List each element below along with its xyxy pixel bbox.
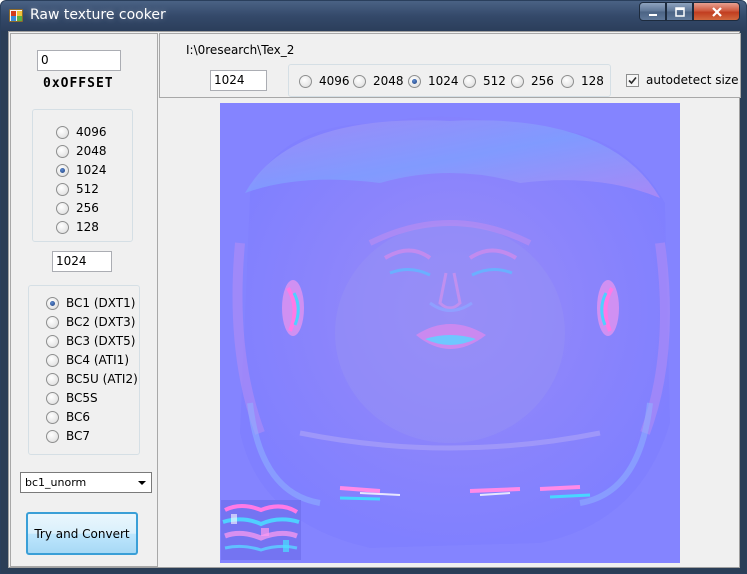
maximize-icon xyxy=(674,6,685,17)
normal-map-image xyxy=(220,103,680,563)
app-window: Raw texture cooker 0 0xOFFSET 4096 2048 10… xyxy=(0,0,747,574)
radio-label: 512 xyxy=(76,182,99,196)
size-option-256[interactable]: 256 xyxy=(56,200,99,216)
dxgi-format-select[interactable]: bc1_unorm xyxy=(20,472,152,493)
radio-button[interactable] xyxy=(463,74,476,88)
radio-button[interactable] xyxy=(408,74,421,88)
top-size-option-1024[interactable]: 1024 xyxy=(408,73,459,89)
width-input[interactable]: 1024 xyxy=(210,70,267,91)
radio-label: BC5S xyxy=(66,391,98,405)
caption-buttons xyxy=(639,2,740,21)
radio-button[interactable] xyxy=(353,74,366,88)
texture-preview xyxy=(220,103,680,563)
format-option-2[interactable]: BC2 (DXT3) xyxy=(46,314,135,330)
radio-button[interactable] xyxy=(56,220,69,234)
radio-button[interactable] xyxy=(511,74,524,88)
client-area: 0 0xOFFSET 4096 2048 1024 512 256 128 1024 BC… xyxy=(8,31,741,568)
format-group: BC1 (DXT1) BC2 (DXT3) BC3 (DXT5) BC4 (ATI1)… xyxy=(28,285,140,455)
radio-button[interactable] xyxy=(46,315,59,329)
autodetect-label: autodetect size xyxy=(646,73,739,87)
radio-button[interactable] xyxy=(56,201,69,215)
size-group: 4096 2048 1024 512 256 128 xyxy=(32,109,133,242)
maximize-button[interactable] xyxy=(666,2,693,21)
radio-button[interactable] xyxy=(46,429,59,443)
radio-label: BC4 (ATI1) xyxy=(66,353,129,367)
title-bar[interactable]: Raw texture cooker xyxy=(1,1,746,31)
radio-label: BC5U (ATI2) xyxy=(66,372,138,386)
top-size-option-4096[interactable]: 4096 xyxy=(299,73,350,89)
minimize-icon xyxy=(648,13,657,16)
radio-label: 1024 xyxy=(428,74,459,88)
top-size-group: 4096 2048 1024 512 256 128 xyxy=(288,64,611,97)
radio-label: 256 xyxy=(531,74,554,88)
try-convert-button[interactable]: Try and Convert xyxy=(26,512,138,555)
file-path: I:\0research\Tex_2 xyxy=(186,43,295,57)
radio-button[interactable] xyxy=(46,372,59,386)
minimize-button[interactable] xyxy=(639,2,666,21)
top-size-option-256[interactable]: 256 xyxy=(511,73,554,89)
radio-button[interactable] xyxy=(561,74,574,88)
radio-label: 4096 xyxy=(319,74,350,88)
radio-button[interactable] xyxy=(56,125,69,139)
radio-button[interactable] xyxy=(56,144,69,158)
radio-button[interactable] xyxy=(46,410,59,424)
mip-thumbnail-image xyxy=(221,500,301,560)
offset-input[interactable]: 0 xyxy=(37,50,121,71)
radio-label: 256 xyxy=(76,201,99,215)
radio-label: 128 xyxy=(76,220,99,234)
format-option-7[interactable]: BC6 xyxy=(46,409,90,425)
radio-button[interactable] xyxy=(46,334,59,348)
radio-label: BC2 (DXT3) xyxy=(66,315,136,329)
radio-label: 1024 xyxy=(76,163,107,177)
try-convert-label: Try and Convert xyxy=(34,526,130,541)
mip-thumbnail xyxy=(221,500,301,560)
autodetect-checkbox[interactable] xyxy=(626,73,639,87)
radio-label: 4096 xyxy=(76,125,107,139)
size-option-128[interactable]: 128 xyxy=(56,219,99,235)
radio-label: BC6 xyxy=(66,410,91,424)
format-option-4[interactable]: BC4 (ATI1) xyxy=(46,352,129,368)
chevron-down-icon xyxy=(138,481,146,485)
top-size-option-128[interactable]: 128 xyxy=(561,73,604,89)
radio-label: 2048 xyxy=(373,74,404,88)
radio-label: 512 xyxy=(483,74,506,88)
radio-button[interactable] xyxy=(46,391,59,405)
radio-button[interactable] xyxy=(56,182,69,196)
top-panel: I:\0research\Tex_2 1024 4096 2048 1024 512 2… xyxy=(159,33,741,98)
window-title: Raw texture cooker xyxy=(30,7,166,23)
radio-button[interactable] xyxy=(56,163,69,177)
size-option-4096[interactable]: 4096 xyxy=(56,124,107,140)
radio-label: BC7 xyxy=(66,429,91,443)
radio-button[interactable] xyxy=(46,353,59,367)
radio-label: BC3 (DXT5) xyxy=(66,334,136,348)
format-option-3[interactable]: BC3 (DXT5) xyxy=(46,333,135,349)
size-option-2048[interactable]: 2048 xyxy=(56,143,107,159)
format-option-8[interactable]: BC7 xyxy=(46,428,90,444)
dxgi-format-value: bc1_unorm xyxy=(25,476,87,489)
size-option-512[interactable]: 512 xyxy=(56,181,99,197)
top-size-option-2048[interactable]: 2048 xyxy=(353,73,404,89)
app-grid-icon xyxy=(9,9,23,22)
left-panel: 0 0xOFFSET 4096 2048 1024 512 256 128 1024 BC… xyxy=(10,33,158,567)
radio-label: 128 xyxy=(581,74,604,88)
format-option-6[interactable]: BC5S xyxy=(46,390,98,406)
size-input[interactable]: 1024 xyxy=(52,251,112,272)
format-option-5[interactable]: BC5U (ATI2) xyxy=(46,371,138,387)
autodetect-checkbox-row[interactable]: autodetect size xyxy=(626,72,738,88)
radio-button[interactable] xyxy=(46,296,59,310)
close-icon xyxy=(711,6,722,17)
format-option-1[interactable]: BC1 (DXT1) xyxy=(46,295,135,311)
radio-button[interactable] xyxy=(299,74,312,88)
radio-label: 2048 xyxy=(76,144,107,158)
size-option-1024[interactable]: 1024 xyxy=(56,162,107,178)
offset-label: 0xOFFSET xyxy=(43,76,114,91)
top-size-option-512[interactable]: 512 xyxy=(463,73,506,89)
radio-label: BC1 (DXT1) xyxy=(66,296,136,310)
close-button[interactable] xyxy=(693,2,740,21)
checkmark-icon xyxy=(628,76,637,84)
